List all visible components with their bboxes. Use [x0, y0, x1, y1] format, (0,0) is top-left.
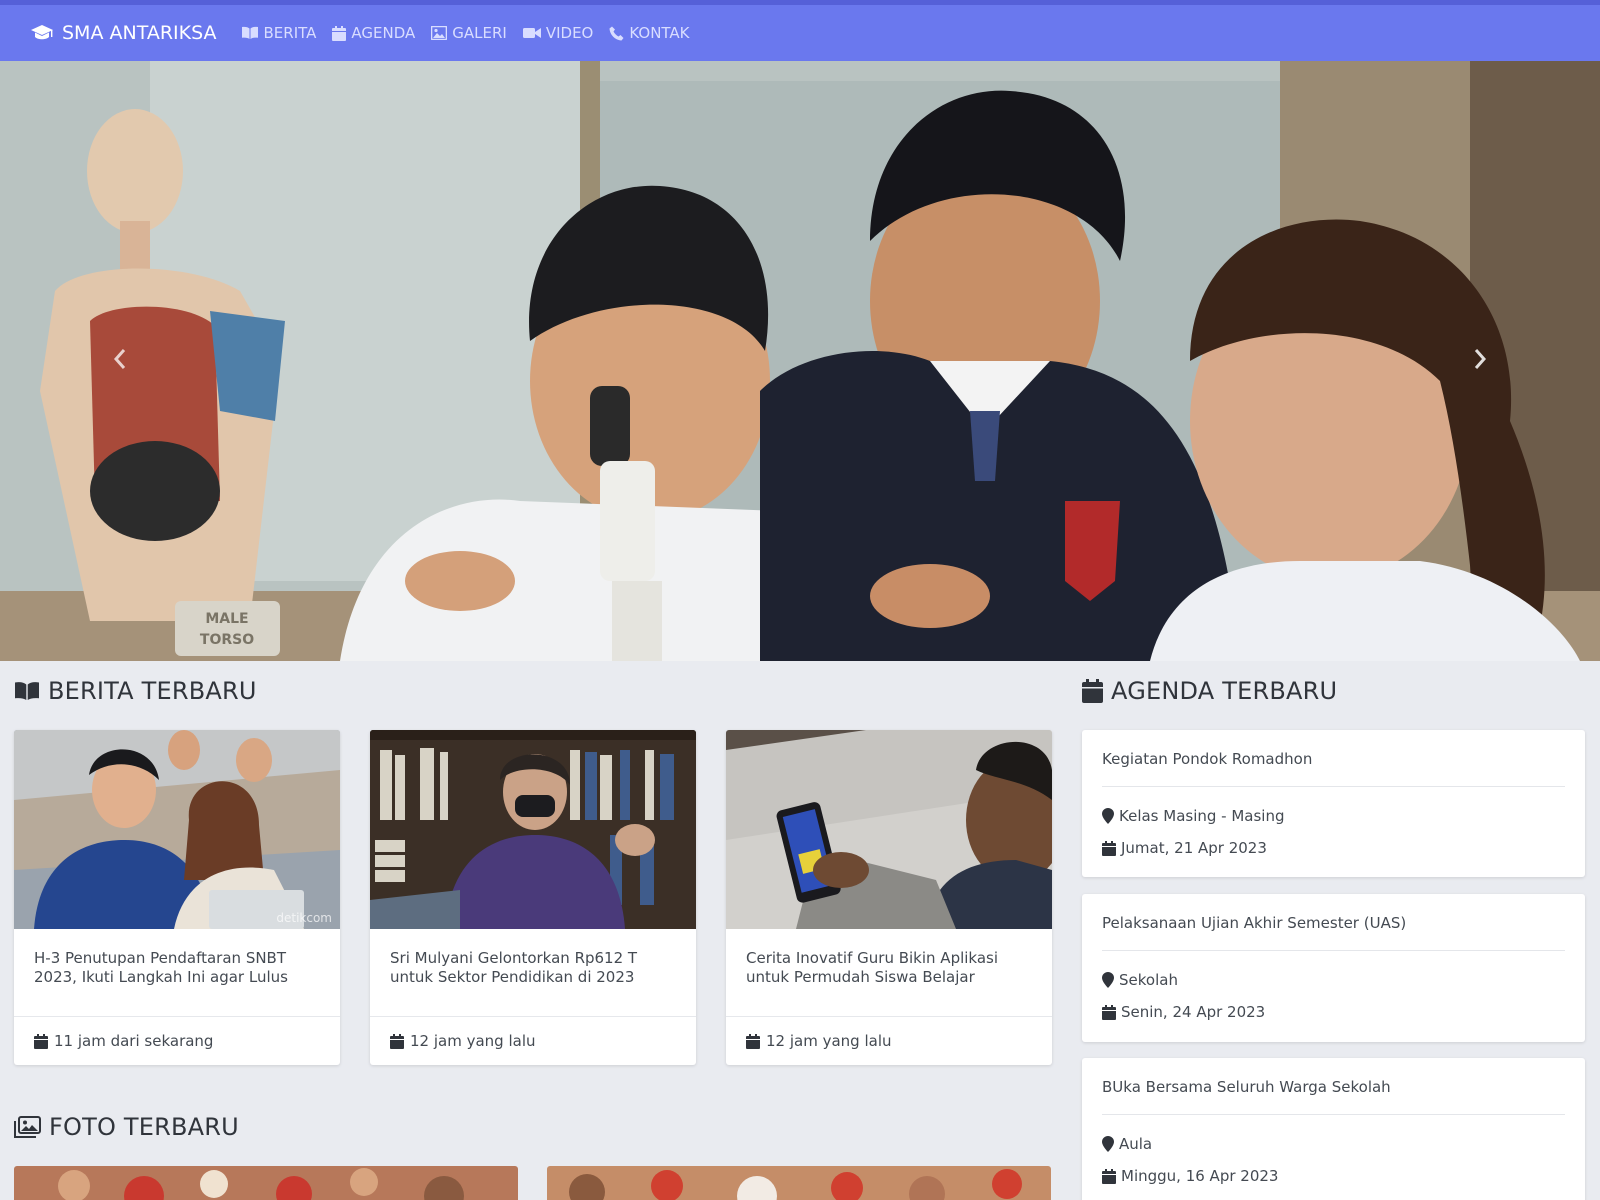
phone-icon — [609, 26, 624, 40]
agenda-section-title: AGENDA TERBARU — [1082, 677, 1337, 705]
carousel-prev-button[interactable] — [100, 339, 140, 379]
news-thumbnail — [726, 730, 1052, 929]
calendar-icon — [1102, 1168, 1116, 1184]
nav-video[interactable]: VIDEO — [522, 24, 594, 42]
book-open-icon — [15, 682, 39, 700]
agenda-date-row: Senin, 24 Apr 2023 — [1102, 1003, 1565, 1021]
news-thumbnail: detikcom — [14, 730, 340, 929]
hero-image: MALE TORSO — [0, 61, 1600, 661]
navbar: SMA ANTARIKSA BERITA AGENDA GALERI VIDEO… — [0, 5, 1600, 61]
agenda-location-row: Sekolah — [1102, 971, 1565, 989]
photo-thumbnail[interactable] — [547, 1166, 1051, 1200]
photo-thumbnail[interactable] — [14, 1166, 518, 1200]
foto-title-text: FOTO TERBARU — [49, 1113, 239, 1141]
news-card[interactable]: Sri Mulyani Gelontorkan Rp612 T untuk Se… — [370, 730, 696, 1065]
news-card-title[interactable]: H-3 Penutupan Pendaftaran SNBT 2023, Iku… — [14, 929, 340, 1017]
calendar-icon — [746, 1033, 760, 1049]
news-card-meta: 11 jam dari sekarang — [14, 1017, 340, 1065]
map-marker-icon — [1102, 972, 1114, 988]
agenda-card[interactable]: Kegiatan Pondok Romadhon Kelas Masing - … — [1082, 730, 1585, 877]
agenda-item-title[interactable]: Kegiatan Pondok Romadhon — [1102, 730, 1565, 787]
news-card-meta: 12 jam yang lalu — [726, 1017, 1052, 1065]
calendar-icon — [1102, 840, 1116, 856]
calendar-icon — [34, 1033, 48, 1049]
agenda-location-row: Aula — [1102, 1135, 1565, 1153]
nav-galeri[interactable]: GALERI — [431, 24, 507, 42]
agenda-date: Senin, 24 Apr 2023 — [1121, 1003, 1266, 1021]
calendar-icon — [390, 1033, 404, 1049]
torso-sign-text-2: TORSO — [200, 632, 254, 648]
book-open-icon — [241, 26, 258, 39]
news-card[interactable]: Cerita Inovatif Guru Bikin Aplikasi untu… — [726, 730, 1052, 1065]
agenda-date: Jumat, 21 Apr 2023 — [1121, 839, 1267, 857]
images-icon — [14, 1116, 41, 1138]
brand-name: SMA ANTARIKSA — [62, 22, 217, 44]
agenda-location-row: Kelas Masing - Masing — [1102, 807, 1565, 825]
nav-berita[interactable]: BERITA — [241, 24, 317, 42]
agenda-date-row: Minggu, 16 Apr 2023 — [1102, 1167, 1565, 1185]
calendar-icon — [1082, 679, 1103, 703]
nav-kontak[interactable]: KONTAK — [609, 24, 690, 42]
chevron-right-icon — [1474, 349, 1487, 369]
news-card-time: 11 jam dari sekarang — [54, 1032, 214, 1050]
agenda-location: Sekolah — [1119, 971, 1178, 989]
nav-kontak-label: KONTAK — [629, 24, 690, 42]
nav-agenda-label: AGENDA — [351, 24, 416, 42]
calendar-icon — [1102, 1004, 1116, 1020]
torso-sign-text: MALE — [205, 611, 248, 627]
agenda-title-text: AGENDA TERBARU — [1111, 677, 1338, 705]
carousel-next-button[interactable] — [1460, 339, 1500, 379]
graduation-cap-icon — [31, 25, 53, 40]
agenda-date: Minggu, 16 Apr 2023 — [1121, 1167, 1279, 1185]
agenda-item-title[interactable]: Pelaksanaan Ujian Akhir Semester (UAS) — [1102, 894, 1565, 951]
agenda-card[interactable]: Pelaksanaan Ujian Akhir Semester (UAS) S… — [1082, 894, 1585, 1042]
news-card-time: 12 jam yang lalu — [766, 1032, 892, 1050]
news-card-time: 12 jam yang lalu — [410, 1032, 536, 1050]
chevron-left-icon — [113, 349, 126, 369]
news-card-title[interactable]: Sri Mulyani Gelontorkan Rp612 T untuk Se… — [370, 929, 696, 1017]
map-marker-icon — [1102, 1136, 1114, 1152]
nav-berita-label: BERITA — [263, 24, 317, 42]
news-card[interactable]: detikcom H-3 Penutupan Pendaftaran SNBT … — [14, 730, 340, 1065]
news-thumbnail — [370, 730, 696, 929]
nav-galeri-label: GALERI — [452, 24, 507, 42]
agenda-date-row: Jumat, 21 Apr 2023 — [1102, 839, 1565, 857]
thumbnail-watermark: detikcom — [276, 911, 332, 925]
foto-section-title: FOTO TERBARU — [14, 1113, 239, 1141]
berita-title-text: BERITA TERBARU — [48, 677, 257, 705]
agenda-location: Kelas Masing - Masing — [1119, 807, 1285, 825]
news-card-title[interactable]: Cerita Inovatif Guru Bikin Aplikasi untu… — [726, 929, 1052, 1017]
calendar-icon — [332, 25, 347, 41]
agenda-location: Aula — [1119, 1135, 1153, 1153]
video-icon — [522, 28, 541, 38]
news-card-meta: 12 jam yang lalu — [370, 1017, 696, 1065]
image-icon — [431, 26, 448, 40]
agenda-item-title[interactable]: BUka Bersama Seluruh Warga Sekolah — [1102, 1058, 1565, 1115]
nav-agenda[interactable]: AGENDA — [332, 24, 415, 42]
brand-link[interactable]: SMA ANTARIKSA — [30, 22, 217, 44]
hero-carousel: MALE TORSO — [0, 61, 1600, 661]
nav-video-label: VIDEO — [545, 24, 594, 42]
berita-section-title: BERITA TERBARU — [14, 677, 257, 705]
agenda-card[interactable]: BUka Bersama Seluruh Warga Sekolah Aula … — [1082, 1058, 1585, 1200]
map-marker-icon — [1102, 808, 1114, 824]
